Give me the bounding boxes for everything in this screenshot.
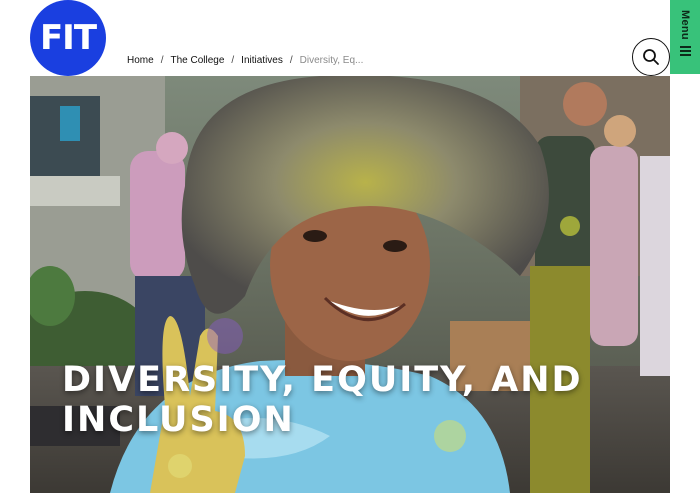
search-icon bbox=[643, 49, 659, 65]
page-title: Diversity, Equity, and Inclusion bbox=[62, 360, 652, 440]
breadcrumb-the-college[interactable]: The College bbox=[170, 55, 224, 66]
page-title-line-2: Inclusion bbox=[62, 400, 295, 440]
breadcrumb-initiatives[interactable]: Initiatives bbox=[241, 55, 283, 66]
hero-banner: Diversity, Equity, and Inclusion bbox=[30, 76, 670, 493]
search-button[interactable] bbox=[632, 38, 670, 76]
breadcrumb-home[interactable]: Home bbox=[127, 55, 154, 66]
menu-label: Menu bbox=[679, 10, 691, 40]
fit-logo[interactable]: FIT bbox=[30, 0, 106, 76]
hamburger-icon bbox=[679, 45, 691, 56]
breadcrumb-separator: / bbox=[289, 54, 293, 66]
menu-button[interactable]: Menu bbox=[670, 0, 700, 74]
breadcrumb-separator: / bbox=[231, 54, 235, 66]
breadcrumb-separator: / bbox=[160, 54, 164, 66]
page-title-line-1: Diversity, Equity, and bbox=[62, 360, 583, 400]
breadcrumb-current: Diversity, Eq... bbox=[299, 54, 364, 66]
breadcrumb: Home / The College / Initiatives / Diver… bbox=[127, 53, 363, 67]
